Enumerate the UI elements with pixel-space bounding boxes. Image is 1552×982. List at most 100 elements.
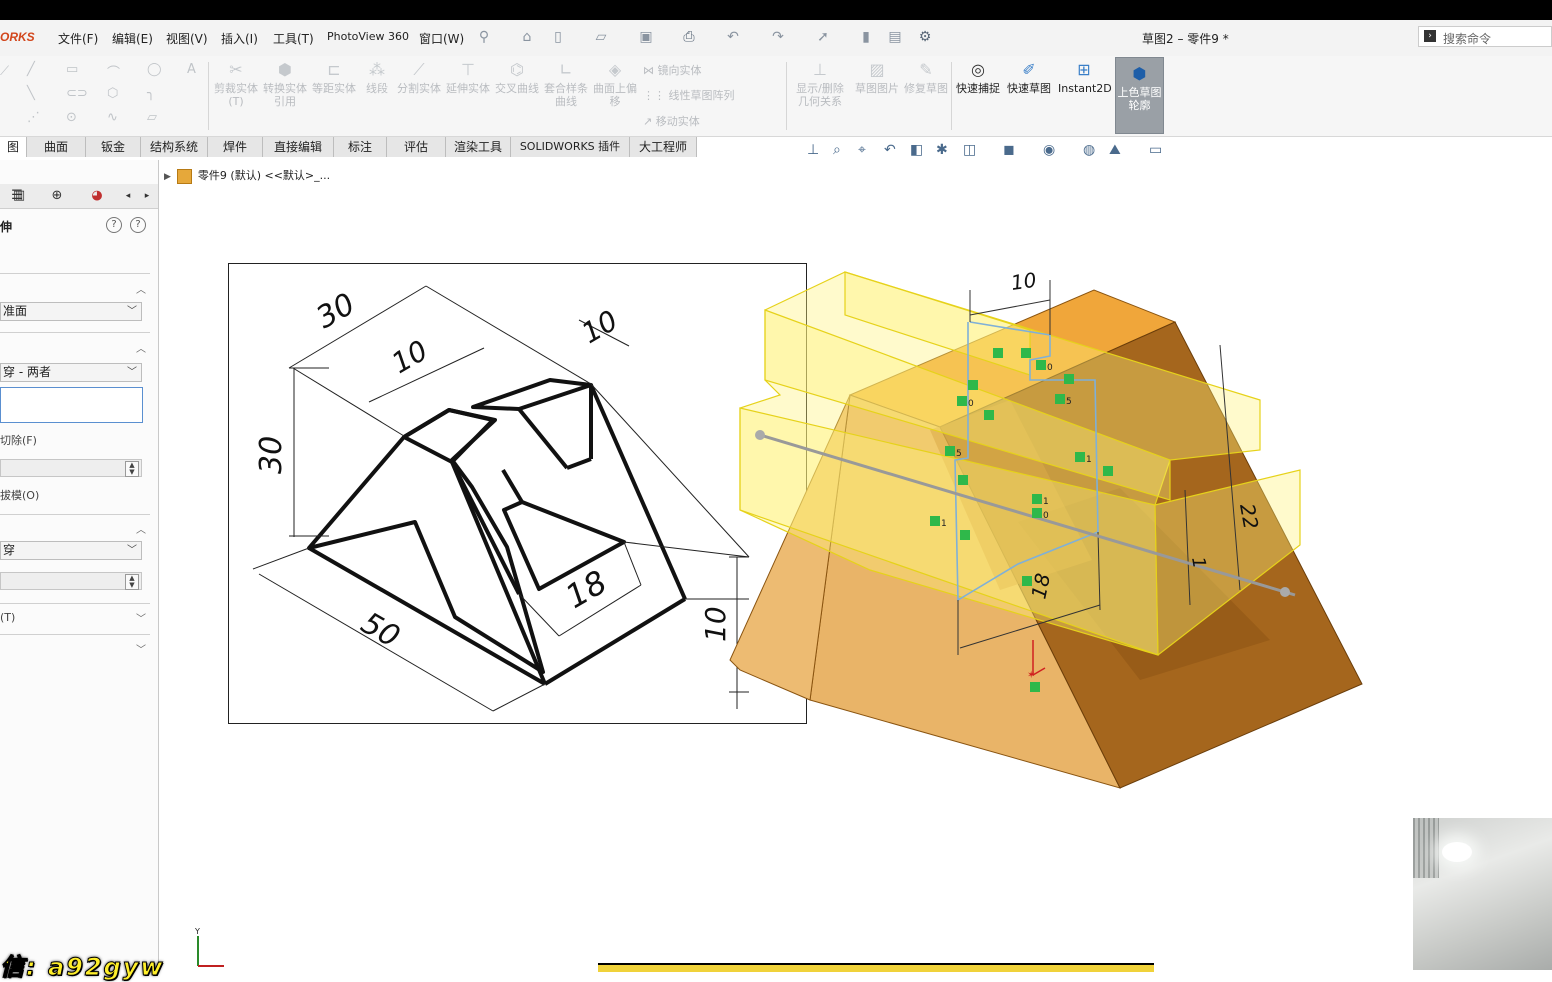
sketch-picture-button[interactable]: ▨ 草图图片: [854, 60, 900, 95]
relation-vertical-marker[interactable]: [1064, 374, 1074, 384]
tab-sketch[interactable]: 图: [0, 137, 27, 157]
view-orientation-cube-icon[interactable]: ◫: [963, 142, 976, 158]
draft-outward-label[interactable]: 拔模(O): [0, 487, 39, 503]
line-icon[interactable]: ╱: [27, 62, 35, 77]
section-view-icon[interactable]: ◧: [910, 142, 923, 158]
offset-on-surface-button[interactable]: ◈ 曲面上偏移: [592, 60, 638, 108]
zoom-to-fit-icon[interactable]: ⌕: [833, 142, 841, 158]
select-cursor-icon[interactable]: ➚: [814, 29, 832, 45]
point-circle-icon[interactable]: ⊙: [66, 110, 77, 125]
property-manager-tab-icon[interactable]: ▥: [2, 186, 36, 206]
relation-parallel-marker[interactable]: [1032, 508, 1042, 518]
offset-entities-button[interactable]: ⊏ 等距实体: [311, 60, 357, 95]
options-gear-icon[interactable]: ⚙: [916, 29, 934, 45]
expand-triangle-icon[interactable]: ▶: [164, 172, 171, 182]
intersection-curve-button[interactable]: ⌬ 交叉曲线: [494, 60, 540, 95]
repair-sketch-button[interactable]: ✎ 修复草图: [903, 60, 949, 95]
model-viewport[interactable]: 10 22 18 1 0 0 5 5 1 1 0 1 ✶: [700, 260, 1380, 800]
tab-weldments[interactable]: 焊件: [208, 137, 263, 157]
expand-thin-feature-chevron-icon[interactable]: ﹀: [136, 610, 146, 625]
redo-icon[interactable]: ↷: [769, 29, 787, 45]
menu-tools[interactable]: 工具(T): [273, 30, 314, 47]
menu-edit[interactable]: 编辑(E): [112, 30, 153, 47]
relation-parallel-marker[interactable]: [1032, 494, 1042, 504]
relation-horizontal-marker[interactable]: [958, 475, 968, 485]
menu-insert[interactable]: 插入(I): [221, 30, 258, 47]
tab-render-tools[interactable]: 渲染工具: [446, 137, 511, 157]
rebuild-icon[interactable]: ▮: [857, 29, 875, 45]
feature-tree-flyout[interactable]: ▶ 零件9 (默认) <<默认>_...: [164, 167, 330, 184]
relation-collinear-marker[interactable]: [1055, 394, 1065, 404]
flip-side-to-cut-label[interactable]: 切除(F): [0, 432, 37, 448]
collapse-from-chevron-icon[interactable]: ︿: [136, 281, 146, 296]
fillet-icon[interactable]: ╮: [147, 86, 155, 101]
tab-sheet-metal[interactable]: 钣金: [86, 137, 141, 157]
spinner-arrows-icon[interactable]: ▲ ▼: [125, 574, 139, 590]
menu-photoview[interactable]: PhotoView 360: [327, 30, 409, 43]
view-orientation-icon[interactable]: ⊥: [807, 142, 819, 158]
relation-parallel-marker[interactable]: [1075, 452, 1085, 462]
relation-horizontal-marker[interactable]: [1022, 576, 1032, 586]
collapse-direction2-chevron-icon[interactable]: ︿: [136, 521, 146, 536]
segment-button[interactable]: ⁂ 线段: [354, 60, 400, 95]
relation-origin-marker[interactable]: [1030, 682, 1040, 692]
tab-evaluate[interactable]: 评估: [387, 137, 446, 157]
config-manager-crosshair-icon[interactable]: ⊕: [40, 186, 74, 206]
straight-slot-icon[interactable]: ⊂⊃: [66, 86, 88, 101]
direction-end-handle[interactable]: [1280, 587, 1290, 597]
relation-parallel-marker[interactable]: [957, 396, 967, 406]
relation-parallel-marker[interactable]: [930, 516, 940, 526]
open-folder-icon[interactable]: ▱: [592, 29, 610, 45]
menu-view[interactable]: 视图(V): [166, 30, 208, 47]
collapse-direction1-chevron-icon[interactable]: ︿: [136, 340, 146, 355]
rectangle-icon[interactable]: ▭: [66, 62, 78, 77]
slot-icon[interactable]: ⌒: [107, 62, 120, 81]
dynamic-annotation-icon[interactable]: ✱: [936, 142, 948, 158]
tab-markup[interactable]: 标注: [334, 137, 387, 157]
save-icon[interactable]: ▣: [637, 29, 655, 45]
rapid-sketch-button[interactable]: ✐ 快速草图: [1006, 60, 1052, 95]
tab-structure-system[interactable]: 结构系统: [141, 137, 208, 157]
thin-feature-label[interactable]: (T): [0, 611, 15, 624]
expand-selected-contours-chevron-icon[interactable]: ﹀: [136, 641, 146, 656]
relation-horizontal-marker[interactable]: [993, 348, 1003, 358]
previous-view-icon[interactable]: ↶: [884, 142, 896, 158]
whats-wrong-help-icon[interactable]: ?: [106, 217, 122, 233]
quick-snaps-button[interactable]: ◎ 快速捕捉: [955, 60, 1001, 95]
tab-solidworks-addins[interactable]: SOLIDWORKS 插件: [511, 137, 630, 157]
direction-start-handle[interactable]: [755, 430, 765, 440]
display-manager-icon[interactable]: ◕: [80, 186, 114, 206]
direction2-combo[interactable]: 穿 ﹀: [0, 541, 142, 560]
direction-selection-box[interactable]: [0, 387, 143, 423]
apply-scene-icon[interactable]: ⛰: [1109, 142, 1121, 158]
tab-scroll-left-icon[interactable]: ◂: [118, 186, 138, 206]
shaded-sketch-contours-button[interactable]: ⬢ 上色草图轮廓: [1115, 57, 1164, 134]
display-style-icon[interactable]: ◼: [1003, 142, 1015, 158]
hide-show-items-icon[interactable]: ◉: [1043, 142, 1055, 158]
linear-pattern-item[interactable]: ⋮⋮ 线性草图阵列: [643, 87, 735, 103]
undo-icon[interactable]: ↶: [724, 29, 742, 45]
convert-entities-button[interactable]: ⬢ 转换实体引用: [262, 60, 308, 108]
trim-entities-button[interactable]: ✂ 剪裁实体(T): [213, 60, 259, 108]
menu-file[interactable]: 文件(F): [58, 30, 98, 47]
relation-vertical-marker[interactable]: [1103, 466, 1113, 476]
centerline-icon[interactable]: ╲: [27, 86, 35, 101]
help-icon[interactable]: ?: [130, 217, 146, 233]
relation-collinear-marker[interactable]: [945, 446, 955, 456]
relation-vertical-marker[interactable]: [984, 410, 994, 420]
view-settings-icon[interactable]: ▭: [1149, 142, 1162, 158]
plane-icon[interactable]: ▱: [147, 110, 157, 125]
relation-parallel-marker[interactable]: [1036, 360, 1046, 370]
circle-icon[interactable]: ◯: [147, 62, 162, 77]
display-delete-relations-button[interactable]: ⊥ 显示/删除几何关系: [793, 60, 847, 108]
instant2d-button[interactable]: ⊞ Instant2D: [1058, 60, 1112, 95]
polygon-icon[interactable]: ⬡: [107, 86, 118, 101]
new-document-icon[interactable]: ▯: [549, 29, 567, 45]
tab-direct-editing[interactable]: 直接编辑: [263, 137, 334, 157]
search-commands-field[interactable]: › 搜索命令: [1418, 26, 1552, 47]
fit-spline-button[interactable]: ∟ 套合样条曲线: [543, 60, 589, 108]
edit-appearance-icon[interactable]: ◍: [1083, 142, 1095, 158]
from-start-combo[interactable]: 准面 ﹀: [0, 302, 142, 321]
tab-scroll-right-icon[interactable]: ▸: [138, 186, 156, 206]
spinner-arrows-icon[interactable]: ▲ ▼: [125, 461, 139, 477]
